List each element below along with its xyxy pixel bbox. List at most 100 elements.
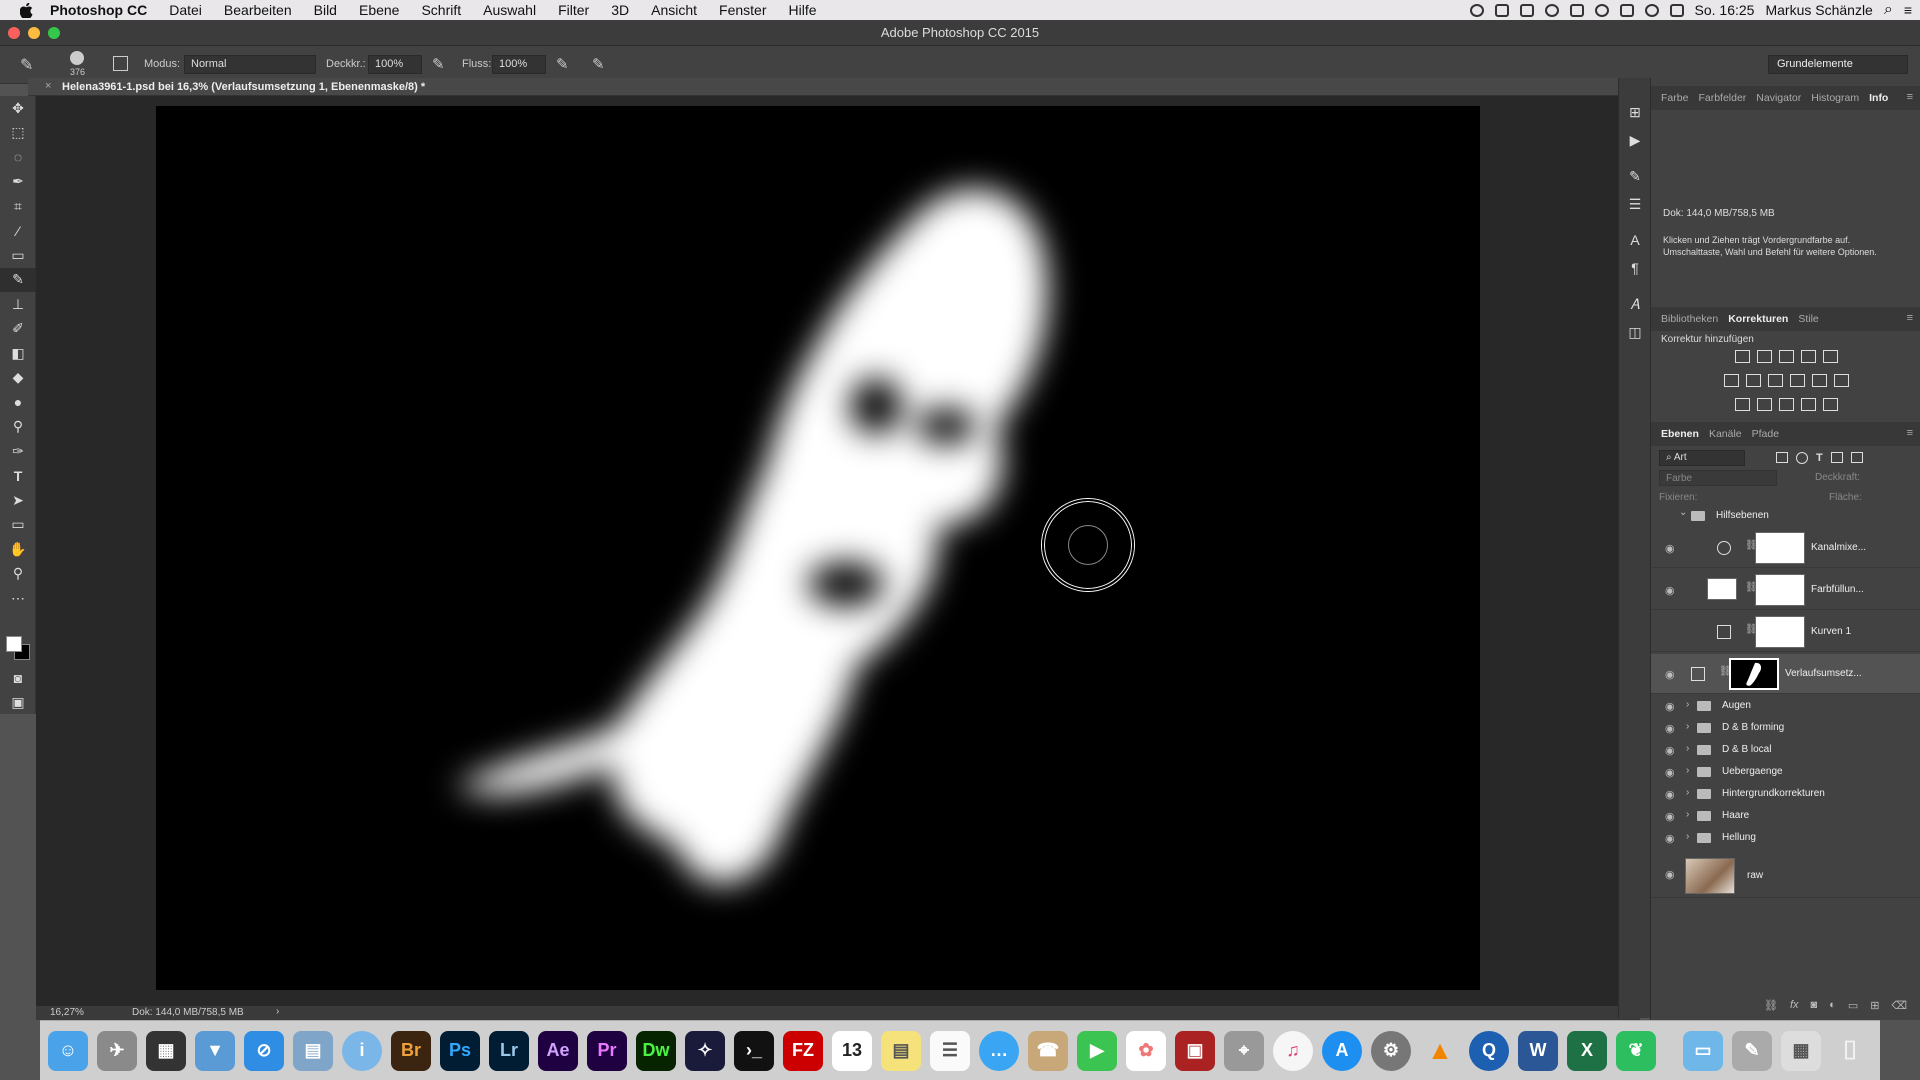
finder-icon[interactable]: ☺: [48, 1030, 88, 1071]
layer-row[interactable]: ◉ ⛓ Farbfüllun...: [1651, 570, 1920, 610]
filter-pixel-icon[interactable]: [1776, 452, 1788, 463]
marquee-tool-icon[interactable]: ⬚: [0, 121, 36, 146]
raw-layer-thumbnail[interactable]: [1685, 858, 1735, 894]
filezilla-icon[interactable]: FZ: [783, 1030, 823, 1071]
premiere-icon[interactable]: Pr: [587, 1030, 627, 1071]
blend-mode-select[interactable]: Farbe: [1659, 470, 1777, 486]
menu-app-photoshop[interactable]: Photoshop CC: [44, 0, 158, 20]
link-layers-icon[interactable]: ⛓: [1764, 999, 1778, 1012]
menu-auswahl[interactable]: Auswahl: [472, 0, 547, 20]
menu-fenster[interactable]: Fenster: [708, 0, 777, 20]
levels-adjust-icon[interactable]: [1756, 350, 1772, 363]
curves-adjust-icon[interactable]: [1778, 350, 1794, 363]
hue-saturation-adjust-icon[interactable]: [1723, 374, 1739, 387]
brush-presets-icon[interactable]: ✎: [1619, 162, 1651, 190]
word-icon[interactable]: W: [1518, 1030, 1558, 1071]
delete-layer-icon[interactable]: ⌫: [1891, 999, 1907, 1012]
posterize-adjust-icon[interactable]: [1756, 398, 1772, 411]
apple-logo-icon[interactable]: [18, 2, 34, 18]
creative-cloud-icon[interactable]: [1544, 3, 1559, 17]
group-expand-icon[interactable]: ⌄: [1679, 507, 1687, 518]
tab-navigator[interactable]: Navigator: [1756, 92, 1801, 104]
tab-ebenen[interactable]: Ebenen: [1661, 428, 1699, 440]
properties-sliders-icon[interactable]: ☰: [1619, 190, 1651, 218]
brightness-adjust-icon[interactable]: [1734, 350, 1750, 363]
paint-bucket-tool-icon[interactable]: ◆: [0, 366, 36, 391]
visibility-eye-icon[interactable]: ◉: [1665, 542, 1675, 555]
dropbox-icon[interactable]: [1494, 3, 1509, 17]
layer-filter-select[interactable]: ⌕ Art: [1659, 450, 1745, 466]
group-expand-icon[interactable]: ›: [1686, 743, 1689, 754]
info-app-icon[interactable]: i: [342, 1030, 382, 1071]
quick-mask-icon[interactable]: ◙: [0, 666, 36, 691]
eraser-tool-icon[interactable]: ◧: [0, 341, 36, 366]
type-tool-icon[interactable]: T: [0, 464, 36, 489]
fluss-input[interactable]: 100%: [492, 55, 546, 74]
terminal-icon[interactable]: ›_: [734, 1030, 774, 1071]
vlc-icon[interactable]: ▲: [1420, 1031, 1460, 1071]
media-encoder-icon[interactable]: ✧: [685, 1030, 725, 1071]
brush-panel-icon[interactable]: [113, 56, 128, 71]
dodge-tool-icon[interactable]: ⚲: [0, 415, 36, 440]
path-selection-tool-icon[interactable]: ➤: [0, 488, 36, 513]
volume-icon[interactable]: [1669, 3, 1684, 17]
layer-group-hilfsebenen[interactable]: ⌄ Hilfsebenen: [1651, 506, 1920, 528]
photoshop-icon[interactable]: Ps: [440, 1030, 480, 1071]
zoom-tool-icon[interactable]: ⚲: [0, 562, 36, 587]
layer-mask-thumbnail[interactable]: [1755, 532, 1805, 564]
airbrush-icon[interactable]: ✎: [556, 55, 569, 73]
menu-schrift[interactable]: Schrift: [410, 0, 472, 20]
lightroom-icon[interactable]: Lr: [489, 1030, 529, 1071]
tab-histogram[interactable]: Histogram: [1811, 92, 1859, 104]
filter-smartobject-icon[interactable]: [1850, 452, 1863, 463]
applications-folder-icon[interactable]: ▭: [1683, 1030, 1723, 1071]
calendar-icon[interactable]: 13: [832, 1030, 872, 1071]
layer-group-row[interactable]: ◉ › Hellung: [1651, 828, 1920, 850]
brush-tool-preset-icon[interactable]: ✎: [20, 55, 33, 75]
layer-row[interactable]: ◉ ⛓ Kanalmixe...: [1651, 528, 1920, 568]
layer-mask-thumbnail[interactable]: [1755, 574, 1805, 606]
tab-korrekturen[interactable]: Korrekturen: [1728, 313, 1788, 325]
adjust-panel-menu-icon[interactable]: ≡: [1907, 312, 1913, 324]
trash-icon[interactable]: ⌷: [1830, 1031, 1870, 1071]
threshold-adjust-icon[interactable]: [1778, 398, 1794, 411]
bluetooth-icon[interactable]: [1619, 3, 1634, 17]
record-icon[interactable]: [1469, 3, 1484, 17]
facetime-icon[interactable]: ▶: [1077, 1030, 1117, 1071]
invert-adjust-icon[interactable]: [1734, 398, 1750, 411]
messages-icon[interactable]: …: [979, 1030, 1019, 1071]
deckkraft-input[interactable]: 100%: [368, 55, 422, 74]
visibility-eye-icon[interactable]: ◉: [1665, 832, 1675, 845]
visibility-eye-icon[interactable]: ◉: [1665, 700, 1675, 713]
layer-group-row[interactable]: ◉ › D & B local: [1651, 740, 1920, 762]
new-layer-icon[interactable]: ⊞: [1870, 999, 1879, 1012]
after-effects-icon[interactable]: Ae: [538, 1030, 578, 1071]
healing-brush-tool-icon[interactable]: ▭: [0, 243, 36, 268]
photos-icon[interactable]: ✿: [1126, 1030, 1166, 1071]
document-tab[interactable]: × Helena3961-1.psd bei 16,3% (Verlaufsum…: [28, 78, 1640, 96]
bridge-icon[interactable]: Br: [391, 1030, 431, 1071]
layer-group-row[interactable]: ◉ › Hintergrundkorrekturen: [1651, 784, 1920, 806]
more-tools-icon[interactable]: ⋯: [0, 586, 36, 611]
workspace-select[interactable]: Grundelemente: [1768, 55, 1908, 74]
vibrance-adjust-icon[interactable]: [1822, 350, 1838, 363]
menu-ebene[interactable]: Ebene: [348, 0, 410, 20]
visibility-eye-icon[interactable]: ◉: [1665, 868, 1675, 881]
display-icon[interactable]: [1569, 3, 1584, 17]
layer-mask-thumbnail-active[interactable]: [1729, 658, 1779, 690]
channel-mixer-adjust-icon[interactable]: [1811, 374, 1827, 387]
image-capture-icon[interactable]: ⌖: [1224, 1030, 1264, 1071]
app-store-icon[interactable]: A: [1322, 1030, 1362, 1071]
visibility-eye-icon[interactable]: ◉: [1665, 668, 1675, 681]
tab-kanaele[interactable]: Kanäle: [1709, 428, 1742, 440]
itunes-icon[interactable]: ♫: [1273, 1030, 1313, 1071]
eyedropper-tool-icon[interactable]: ⁄: [0, 219, 36, 244]
crop-tool-icon[interactable]: ⌗: [0, 194, 36, 219]
layer-row-selected[interactable]: ◉ ⛓ Verlaufsumsetz...: [1651, 654, 1920, 694]
evernote-icon[interactable]: ❦: [1616, 1030, 1656, 1071]
menu-datei[interactable]: Datei: [158, 0, 213, 20]
visibility-eye-icon[interactable]: ◉: [1665, 766, 1675, 779]
group-expand-icon[interactable]: ›: [1686, 765, 1689, 776]
selective-color-adjust-icon[interactable]: [1800, 398, 1816, 411]
quick-selection-tool-icon[interactable]: ✒: [0, 170, 36, 195]
